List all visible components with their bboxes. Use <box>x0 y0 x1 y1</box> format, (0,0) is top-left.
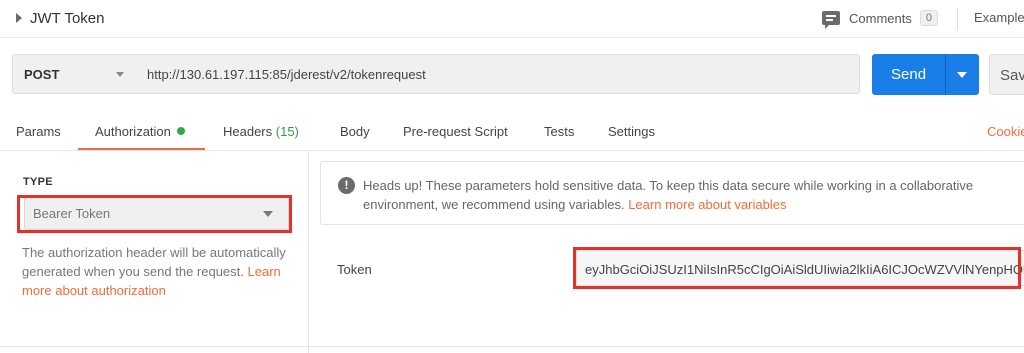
method-select[interactable]: POST <box>12 54 136 94</box>
comment-icon <box>822 11 840 29</box>
send-button[interactable]: Send <box>872 54 979 95</box>
send-options-chevron-icon[interactable] <box>957 72 967 78</box>
tab-authorization[interactable]: Authorization <box>95 124 185 139</box>
tab-pre-request-script[interactable]: Pre-request Script <box>403 124 508 139</box>
tab-headers-label: Headers <box>223 124 273 139</box>
send-divider <box>945 54 946 95</box>
request-header: JWT Token Comments 0 Example <box>0 0 1024 38</box>
comments-button[interactable]: Comments 0 <box>822 8 938 29</box>
comments-count-badge: 0 <box>919 10 938 26</box>
auth-description: The authorization header will be automat… <box>22 243 294 300</box>
auth-type-panel: TYPE Bearer Token The authorization head… <box>0 151 309 353</box>
cookies-link[interactable]: Cookie <box>987 124 1024 139</box>
tab-body[interactable]: Body <box>340 124 370 139</box>
highlight-box-type <box>17 195 292 233</box>
request-title[interactable]: JWT Token <box>30 10 104 27</box>
send-label: Send <box>891 66 927 83</box>
highlight-box-token <box>573 247 1021 289</box>
url-input[interactable]: http://130.61.197.115:85/jderest/v2/toke… <box>135 54 860 94</box>
notice-text: Heads up! These parameters hold sensitiv… <box>363 176 1024 214</box>
sensitive-data-notice: ! Heads up! These parameters hold sensit… <box>320 161 1024 225</box>
examples-link[interactable]: Example <box>974 10 1024 25</box>
auth-status-dot-icon <box>176 127 185 135</box>
tab-authorization-label: Authorization <box>95 124 171 139</box>
comments-label: Comments <box>849 10 912 26</box>
type-label: TYPE <box>23 176 53 188</box>
header-divider <box>957 8 958 30</box>
token-label: Token <box>337 262 372 277</box>
warning-icon: ! <box>338 177 355 194</box>
collapse-caret-icon[interactable] <box>16 13 22 23</box>
learn-more-variables-link[interactable]: Learn more about variables <box>628 197 786 212</box>
tab-tests[interactable]: Tests <box>544 124 574 139</box>
headers-count: (15) <box>275 124 299 139</box>
url-text: http://130.61.197.115:85/jderest/v2/toke… <box>147 67 426 82</box>
auth-description-text: The authorization header will be automat… <box>22 245 286 279</box>
method-label: POST <box>24 67 60 82</box>
request-tabs: Params Authorization Headers (15) Body P… <box>0 112 1024 151</box>
save-label: Sav <box>1000 67 1024 84</box>
save-button[interactable]: Sav <box>989 54 1024 95</box>
chevron-down-icon <box>116 72 124 77</box>
tab-headers[interactable]: Headers (15) <box>223 124 299 139</box>
panel-bottom-divider <box>0 346 1024 347</box>
tab-settings[interactable]: Settings <box>608 124 655 139</box>
tab-params[interactable]: Params <box>16 124 61 139</box>
